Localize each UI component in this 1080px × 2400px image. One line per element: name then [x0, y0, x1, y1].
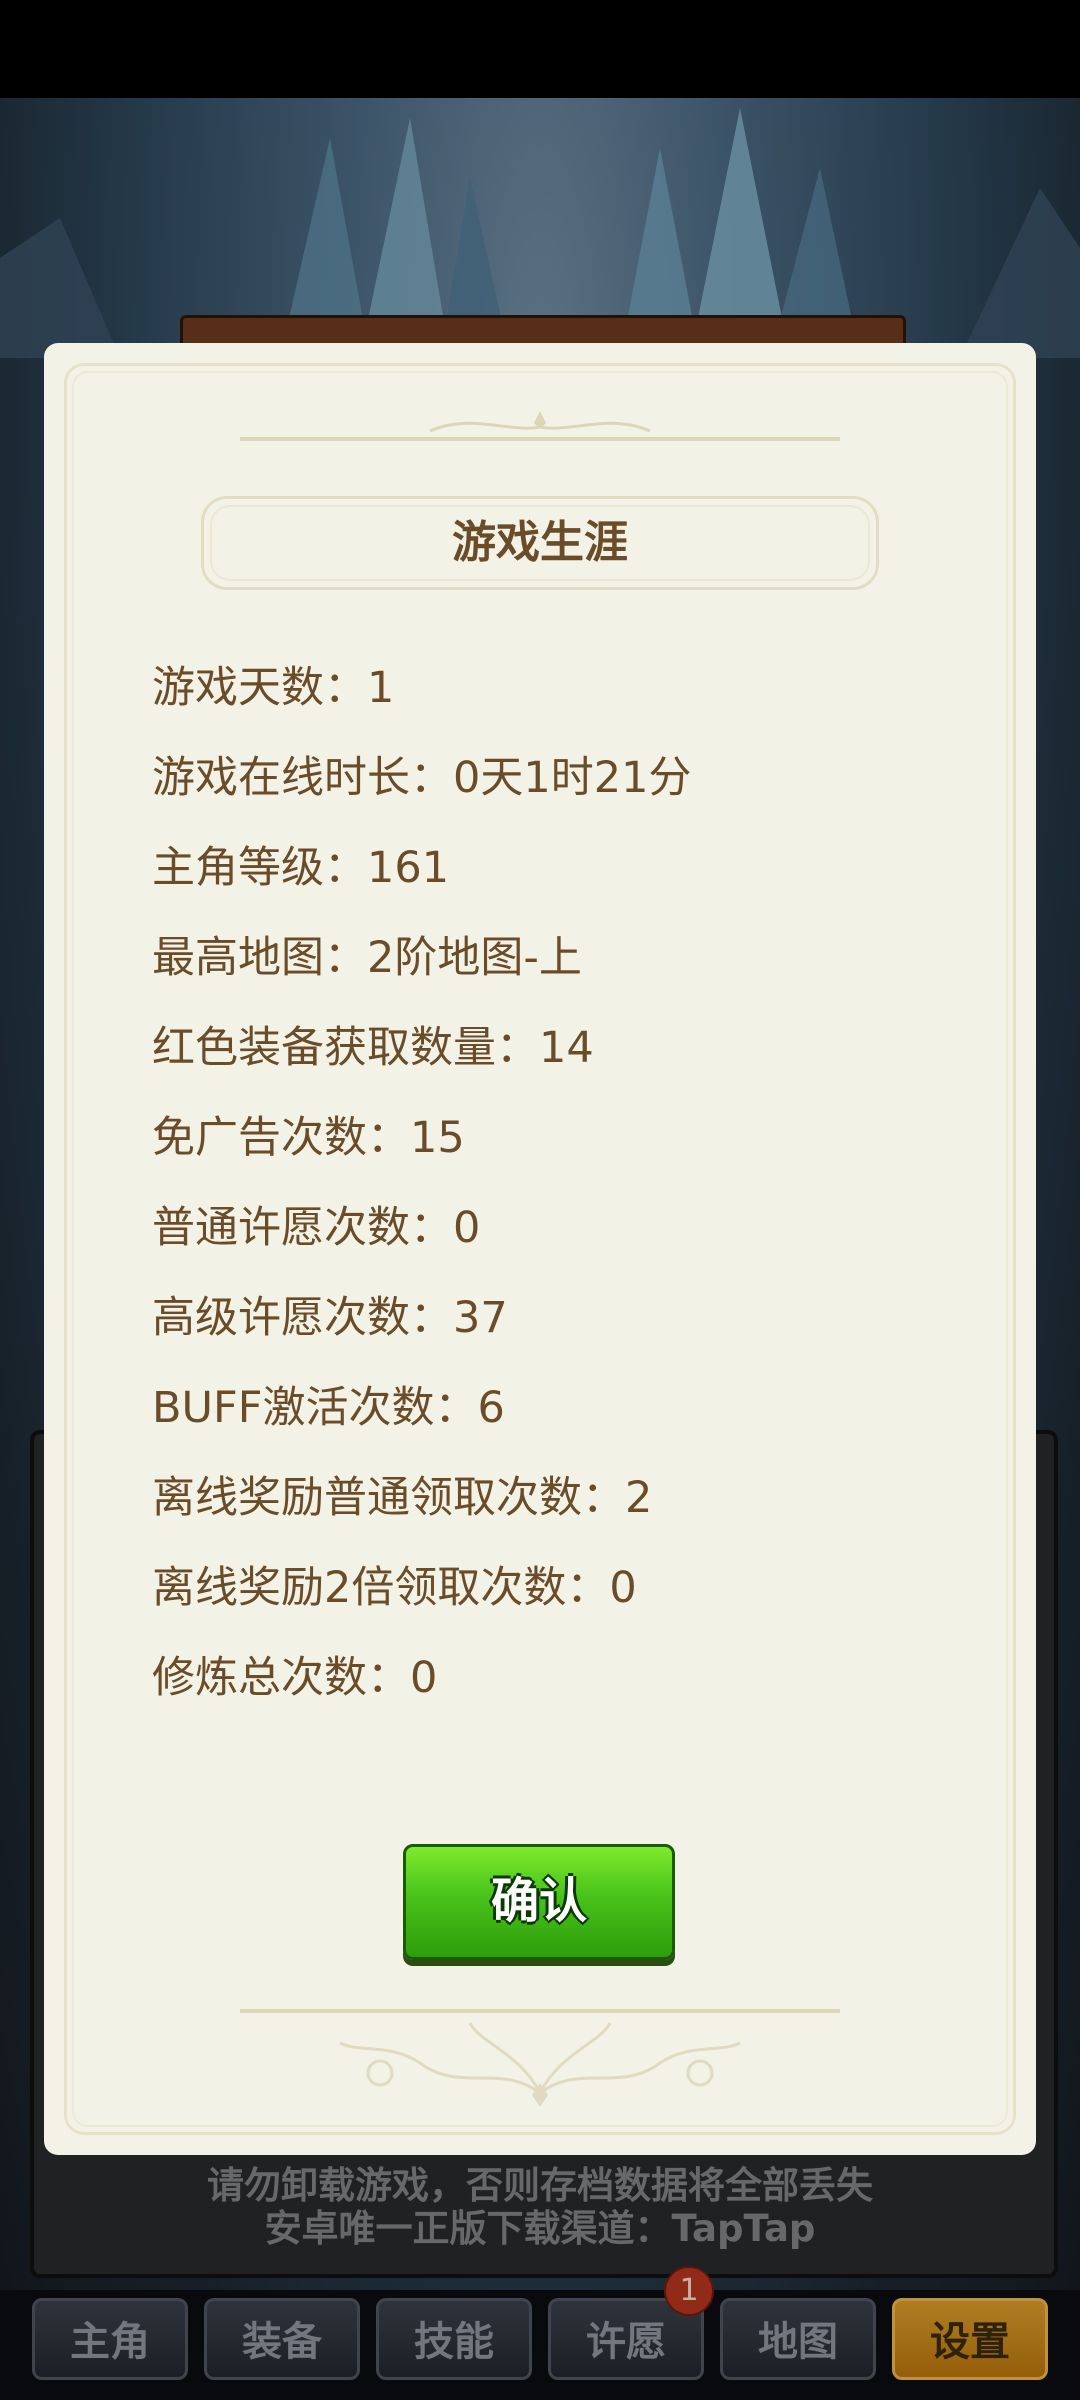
- stat-training-total: 修炼总次数：0: [152, 1653, 438, 1703]
- stat-advanced-wish: 高级许愿次数：37: [152, 1293, 508, 1343]
- stat-buff-activations: BUFF激活次数：6: [152, 1383, 505, 1433]
- stat-offline-normal-claim: 离线奖励普通领取次数：2: [152, 1473, 653, 1523]
- stat-online-time: 游戏在线时长：0天1时21分: [152, 753, 692, 803]
- dialog-title: 游戏生涯: [452, 517, 628, 568]
- stat-highest-map: 最高地图：2阶地图-上: [152, 933, 582, 983]
- stat-play-days: 游戏天数：1: [152, 663, 395, 713]
- stat-ad-free-count: 免广告次数：15: [152, 1113, 465, 1163]
- career-dialog: 游戏生涯 游戏天数：1 游戏在线时长：0天1时21分 主角等级：161 最高地图…: [44, 343, 1036, 2155]
- stat-hero-level: 主角等级：161: [152, 843, 450, 893]
- status-bar: [0, 0, 1080, 98]
- stats-list: 游戏天数：1 游戏在线时长：0天1时21分 主角等级：161 最高地图：2阶地图…: [152, 643, 1012, 1723]
- top-ornament-icon: [240, 411, 840, 441]
- bottom-ornament-icon: [240, 2009, 840, 2107]
- stat-red-equipment: 红色装备获取数量：14: [152, 1023, 594, 1073]
- stat-offline-double-claim: 离线奖励2倍领取次数：0: [152, 1563, 637, 1613]
- stat-normal-wish: 普通许愿次数：0: [152, 1203, 481, 1253]
- confirm-button[interactable]: 确认: [403, 1844, 675, 1960]
